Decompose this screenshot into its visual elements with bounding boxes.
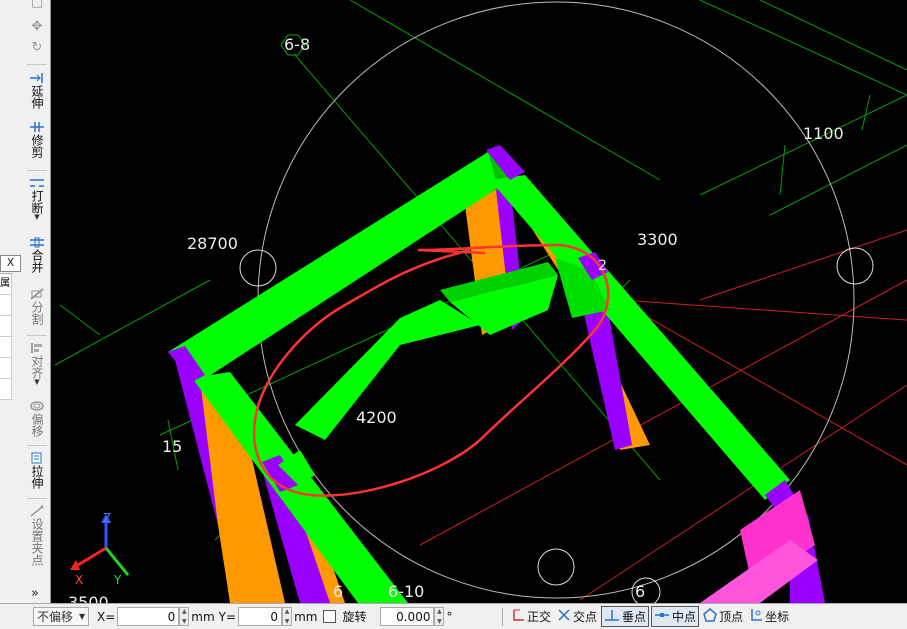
offset-mode-select[interactable]: 不偏移 ▼ (33, 607, 90, 626)
stretch-label: 拉伸 (30, 465, 44, 489)
gizmo-z-label: Z (103, 511, 111, 525)
rotate-icon[interactable]: □ (29, 0, 45, 10)
split-label: 分割 (30, 301, 44, 325)
dim-label: 3500 (68, 593, 109, 603)
axis-label: 6-10 (388, 582, 424, 601)
merge-button[interactable]: 合并 (26, 234, 48, 273)
rotate-value: 0.000 (396, 609, 431, 624)
rotate-label: 旋转 (342, 610, 367, 624)
snap-intersection-button[interactable]: 交点 (555, 606, 599, 627)
property-grid-cell[interactable] (0, 337, 12, 358)
snap-label: 交点 (573, 610, 598, 624)
rotate-input[interactable]: 0.000 (380, 607, 435, 626)
align-icon (28, 340, 46, 355)
split-icon (28, 286, 46, 301)
coordinate-icon (749, 608, 763, 625)
x-input[interactable]: 0 (117, 607, 180, 626)
rotate-checkbox[interactable] (323, 610, 337, 623)
x-label: X= (97, 609, 116, 624)
move-icon[interactable]: ✥ (29, 20, 45, 34)
vertex-icon (703, 608, 717, 625)
chevron-down-icon: ▼ (79, 612, 86, 621)
x-unit: mm (191, 609, 215, 624)
y-label: Y= (218, 609, 237, 624)
grip-label: 设置夹点 (30, 518, 44, 566)
property-grid-cell[interactable] (0, 316, 12, 337)
axis-label: 6 (635, 582, 645, 601)
degree-unit: ° (446, 609, 453, 624)
3d-viewport[interactable]: 28700 3300 1100 4200 15 3500 2 6-8 6-10 … (51, 0, 907, 603)
align-button[interactable]: 对齐 ▼ (26, 340, 48, 386)
snap-label: 正交 (527, 610, 552, 624)
snap-perpendicular-button[interactable]: 垂点 (601, 606, 650, 627)
property-grid-cell[interactable] (0, 295, 12, 316)
model-canvas[interactable]: 28700 3300 1100 4200 15 3500 2 6-8 6-10 … (51, 0, 907, 603)
snap-coordinate-button[interactable]: 坐标 (747, 606, 791, 627)
stretch-button[interactable]: 拉伸 (26, 450, 48, 489)
modify-toolbar: □ ✥ ↻ 延伸 修剪 打断 ▼ 合并 分割 对齐 ▼ 偏移 拉伸 设置夹点 » (24, 0, 51, 603)
dim-label: 2 (598, 258, 607, 274)
dim-label: 4200 (356, 408, 397, 427)
snap-label: 坐标 (765, 610, 790, 624)
intersection-icon (557, 608, 571, 625)
trim-button[interactable]: 修剪 (26, 119, 48, 158)
trim-icon (28, 119, 46, 134)
dim-label: 28700 (187, 234, 238, 253)
offset-mode-value: 不偏移 (37, 610, 74, 624)
extend-button[interactable]: 延伸 (26, 70, 48, 109)
snap-orthogonal-button[interactable]: 正交 (509, 606, 553, 627)
extend-label: 延伸 (30, 85, 44, 109)
property-grid-cell[interactable]: 属 (0, 274, 12, 295)
break-button[interactable]: 打断 ▼ (26, 175, 48, 221)
y-value: 0 (270, 609, 279, 624)
offset-label: 偏移 (30, 413, 44, 437)
snap-label: 顶点 (719, 610, 744, 624)
break-label: 打断 (30, 190, 44, 214)
snap-midpoint-button[interactable]: 中点 (651, 606, 700, 627)
gizmo-y-label: Y (113, 573, 122, 587)
x-spinner[interactable]: ▲ ▼ (179, 607, 190, 626)
rotate-spinner[interactable]: ▲ ▼ (434, 607, 445, 626)
extend-icon (28, 70, 46, 85)
offset-button[interactable]: 偏移 (26, 398, 48, 437)
panel-close-button[interactable]: X (0, 255, 21, 272)
dim-label: 1100 (803, 124, 844, 143)
y-input[interactable]: 0 (238, 607, 283, 626)
grip-button[interactable]: 设置夹点 (26, 503, 48, 566)
snap-label: 中点 (672, 610, 697, 624)
stretch-icon (28, 450, 46, 465)
property-grid-cell[interactable] (0, 358, 12, 379)
perpendicular-icon (604, 608, 620, 625)
property-panel-strip: X 属 (0, 0, 25, 603)
merge-icon (28, 234, 46, 249)
axis-label: 6 (333, 582, 343, 601)
y-unit: mm (294, 609, 318, 624)
snap-label: 垂点 (622, 610, 647, 624)
property-grid-cell[interactable] (0, 379, 12, 400)
split-button[interactable]: 分割 (26, 286, 48, 325)
trim-label: 修剪 (30, 134, 44, 158)
dim-label: 15 (162, 437, 182, 456)
undo-icon[interactable]: ↻ (29, 41, 45, 55)
grip-icon (28, 503, 46, 518)
x-value: 0 (167, 609, 176, 624)
align-label: 对齐 (30, 355, 44, 379)
chevron-down-icon[interactable]: ▼ (34, 379, 39, 386)
snap-vertex-button[interactable]: 顶点 (701, 606, 745, 627)
y-spinner[interactable]: ▲ ▼ (282, 607, 293, 626)
midpoint-icon (654, 608, 670, 625)
axis-label: 6-8 (284, 35, 310, 54)
property-grid: 属 (0, 273, 12, 400)
offset-icon (28, 398, 46, 413)
break-icon (28, 175, 46, 190)
gizmo-x-label: X (75, 573, 83, 587)
dim-label: 3300 (637, 230, 678, 249)
more-tools-icon[interactable]: » (31, 586, 39, 601)
orthogonal-icon (511, 608, 525, 625)
merge-label: 合并 (30, 249, 44, 273)
chevron-down-icon[interactable]: ▼ (34, 214, 39, 221)
status-bar: 不偏移 ▼ X= 0 ▲ ▼ mm Y= 0 ▲ ▼ mm 旋转 0.000 ▲ ▼ … (0, 603, 907, 629)
